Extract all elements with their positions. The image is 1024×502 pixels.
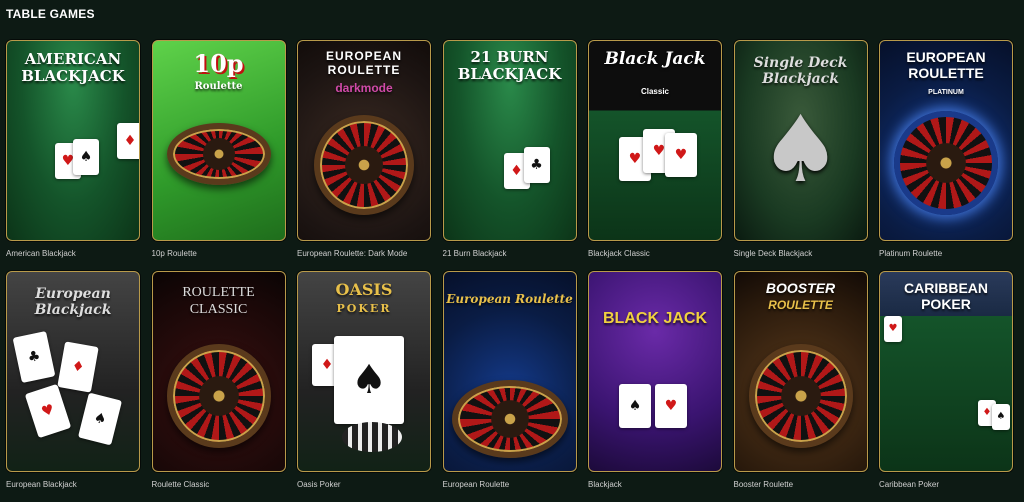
thumbnail-title: 21 BURN BLACKJACK — [457, 48, 562, 83]
thumbnail-title: European Roulette — [446, 292, 573, 306]
game-tile-european-roulette[interactable]: European Roulette European Roulette — [442, 271, 577, 502]
card-icon: ♥ — [665, 133, 697, 177]
card-icon: ♠ — [334, 336, 404, 424]
game-tile-european-blackjack[interactable]: European Blackjack ♣ ♦ ♥ ♠ European Blac… — [6, 271, 140, 502]
game-label[interactable]: 21 Burn Blackjack — [443, 249, 577, 261]
thumbnail-title: ROULETTE CLASSIC — [182, 285, 255, 317]
game-label[interactable]: Single Deck Blackjack — [734, 249, 868, 261]
card-icon: ♥ — [884, 316, 902, 342]
game-tile-10p-roulette[interactable]: 10p Roulette 10p Roulette — [151, 40, 286, 271]
thumbnail-title: BLACK JACK — [603, 310, 707, 327]
roulette-wheel-icon — [748, 344, 853, 448]
game-label[interactable]: Roulette Classic — [152, 480, 286, 492]
game-label[interactable]: Blackjack — [588, 480, 722, 492]
game-tile-caribbean-poker[interactable]: CARIBBEAN POKER ♥ ♦ ♠ Caribbean Poker — [879, 271, 1013, 502]
game-thumbnail[interactable]: Black Jack Classic ♥ ♥ ♥ — [588, 40, 722, 241]
roulette-wheel-icon — [451, 380, 568, 458]
game-thumbnail[interactable]: ROULETTE CLASSIC — [151, 271, 286, 472]
thumbnail-title: CARIBBEAN POKER — [904, 280, 988, 312]
game-tile-21-burn-blackjack[interactable]: 21 BURN BLACKJACK ♦ ♣ 21 Burn Blackjack — [442, 40, 577, 271]
thumbnail-subtitle: ROULETTE — [768, 298, 833, 312]
spade-icon: ♠ — [759, 95, 842, 203]
card-icon: ♠ — [992, 404, 1010, 430]
roulette-wheel-icon — [314, 115, 414, 215]
thumbnail-subtitle: Roulette — [194, 81, 243, 92]
game-label[interactable]: Booster Roulette — [734, 480, 868, 492]
game-tile-roulette-classic[interactable]: ROULETTE CLASSIC Roulette Classic — [151, 271, 286, 502]
card-icon: ♣ — [523, 147, 550, 183]
thumbnail-title: EUROPEAN ROULETTE — [325, 49, 402, 77]
thumbnail-title: AMERICAN BLACKJACK — [21, 50, 125, 85]
game-label[interactable]: European Blackjack — [6, 480, 140, 492]
game-thumbnail[interactable]: CARIBBEAN POKER ♥ ♦ ♠ — [879, 271, 1013, 472]
game-thumbnail[interactable]: 21 BURN BLACKJACK ♦ ♣ — [442, 40, 577, 241]
game-thumbnail[interactable]: EUROPEAN ROULETTE darkmode — [297, 40, 431, 241]
card-icon: ♠ — [73, 139, 99, 175]
chip-stack-icon — [342, 422, 402, 452]
game-tile-european-roulette-darkmode[interactable]: EUROPEAN ROULETTE darkmode European Roul… — [297, 40, 431, 271]
card-icon: ♠ — [77, 392, 123, 446]
game-thumbnail[interactable]: EUROPEAN ROULETTE PLATINUM — [879, 40, 1013, 241]
roulette-wheel-icon — [894, 111, 998, 215]
thumbnail-subtitle: POKER — [336, 302, 392, 315]
game-tile-booster-roulette[interactable]: BOOSTER ROULETTE Booster Roulette — [733, 271, 868, 502]
game-thumbnail[interactable]: European Blackjack ♣ ♦ ♥ ♠ — [6, 271, 140, 472]
game-tile-single-deck-blackjack[interactable]: Single Deck Blackjack ♠ Single Deck Blac… — [733, 40, 868, 271]
game-thumbnail[interactable]: European Roulette — [442, 271, 577, 472]
game-thumbnail[interactable]: 10p Roulette — [151, 40, 286, 241]
game-label[interactable]: American Blackjack — [6, 249, 140, 261]
game-thumbnail[interactable]: OASIS POKER ♦ ♠ — [297, 271, 431, 472]
game-thumbnail[interactable]: Single Deck Blackjack ♠ — [733, 40, 868, 241]
card-icon: ♦ — [57, 341, 99, 393]
game-tile-american-blackjack[interactable]: AMERICAN BLACKJACK ♥ ♠ ♦ American Blackj… — [6, 40, 140, 271]
thumbnail-subtitle: darkmode — [335, 81, 393, 95]
game-tile-blackjack-classic[interactable]: Black Jack Classic ♥ ♥ ♥ Blackjack Class… — [588, 40, 722, 271]
game-thumbnail[interactable]: AMERICAN BLACKJACK ♥ ♠ ♦ — [6, 40, 140, 241]
thumbnail-title: OASIS — [335, 280, 393, 299]
card-icon: ♠ — [619, 384, 651, 428]
thumbnail-subtitle: Classic — [640, 87, 670, 96]
game-label[interactable]: 10p Roulette — [152, 249, 286, 261]
thumbnail-title: EUROPEAN ROULETTE — [906, 49, 986, 81]
card-icon: ♥ — [655, 384, 687, 428]
game-label[interactable]: Blackjack Classic — [588, 249, 722, 261]
roulette-wheel-icon — [166, 344, 271, 448]
game-label[interactable]: Caribbean Poker — [879, 480, 1013, 492]
game-label[interactable]: European Roulette — [443, 480, 577, 492]
game-tile-blackjack[interactable]: BLACK JACK ♠ ♥ Blackjack — [588, 271, 722, 502]
game-label[interactable]: Platinum Roulette — [879, 249, 1013, 261]
card-icon: ♣ — [12, 330, 56, 384]
games-grid: AMERICAN BLACKJACK ♥ ♠ ♦ American Blackj… — [6, 40, 1013, 502]
thumbnail-title: BOOSTER — [765, 280, 836, 296]
game-thumbnail[interactable]: BOOSTER ROULETTE — [733, 271, 868, 472]
game-tile-oasis-poker[interactable]: OASIS POKER ♦ ♠ Oasis Poker — [297, 271, 431, 502]
game-tile-platinum-roulette[interactable]: EUROPEAN ROULETTE PLATINUM Platinum Roul… — [879, 40, 1013, 271]
roulette-wheel-icon — [166, 123, 271, 185]
section-title: TABLE GAMES — [6, 7, 95, 21]
thumbnail-title: European Blackjack — [34, 286, 112, 318]
thumbnail-title: Black Jack — [604, 49, 706, 69]
card-icon: ♦ — [117, 123, 139, 159]
game-label[interactable]: European Roulette: Dark Mode — [297, 249, 431, 261]
game-label[interactable]: Oasis Poker — [297, 480, 431, 492]
thumbnail-title: Single Deck Blackjack — [753, 55, 848, 87]
card-icon: ♥ — [24, 383, 72, 439]
thumbnail-subtitle: PLATINUM — [928, 89, 964, 96]
game-thumbnail[interactable]: BLACK JACK ♠ ♥ — [588, 271, 722, 472]
thumbnail-title: 10p — [193, 49, 244, 78]
